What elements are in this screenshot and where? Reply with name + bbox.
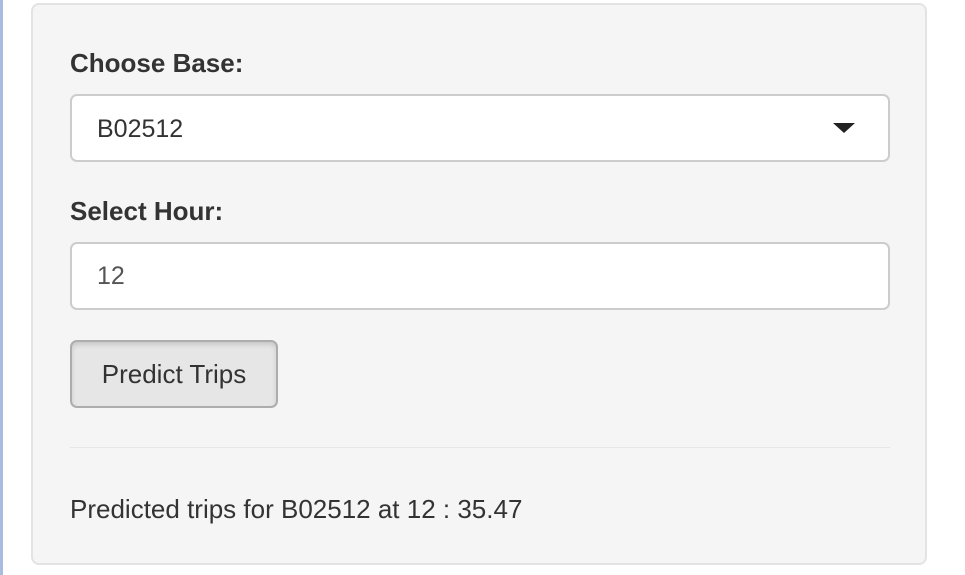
hour-input[interactable]	[70, 242, 890, 310]
base-select[interactable]: B02512	[70, 94, 890, 162]
predict-trips-button[interactable]: Predict Trips	[70, 340, 278, 408]
caret-down-icon[interactable]	[833, 123, 855, 133]
sidebar-panel: Choose Base: B02512 Select Hour: Predict…	[31, 3, 927, 565]
base-select-value: B02512	[97, 115, 184, 143]
section-divider	[70, 447, 890, 448]
choose-base-label: Choose Base:	[70, 48, 244, 78]
prediction-result-text: Predicted trips for B02512 at 12 : 35.47	[70, 494, 523, 524]
select-hour-label: Select Hour:	[70, 196, 224, 226]
page-left-border	[0, 0, 3, 575]
